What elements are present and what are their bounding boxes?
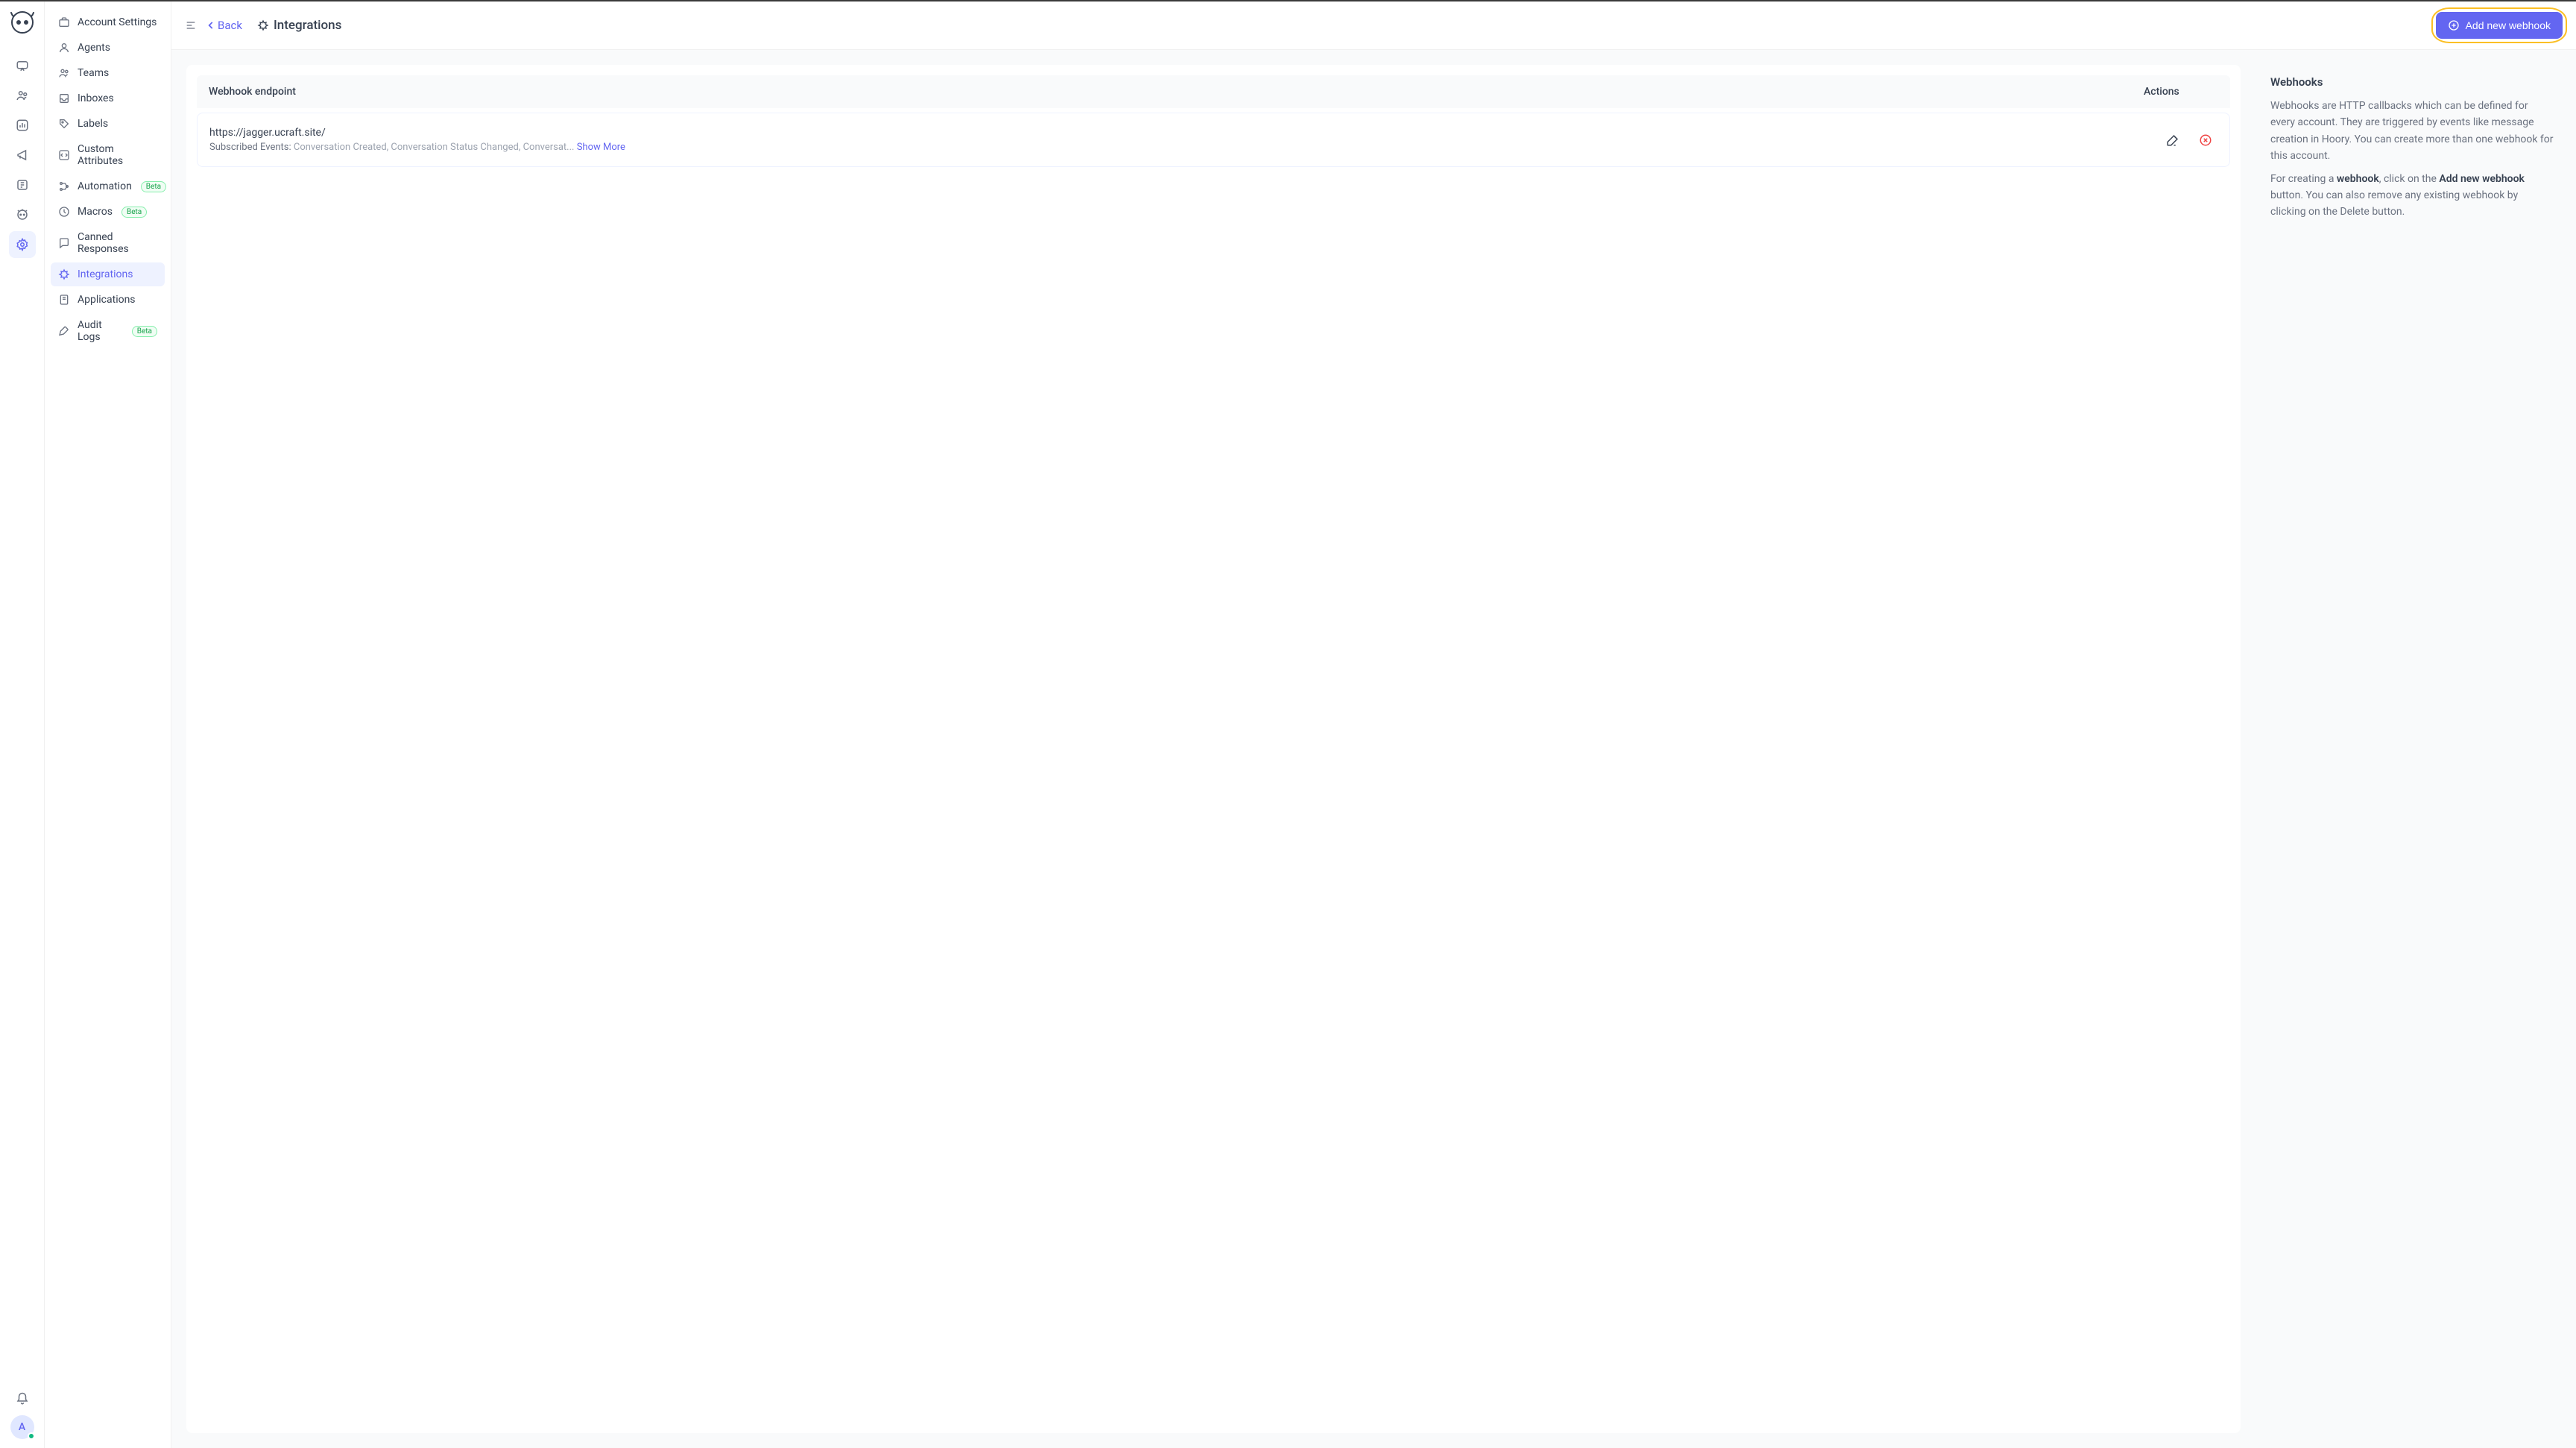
add-webhook-button[interactable]: Add new webhook [2436,12,2563,39]
sidebar-item-inboxes[interactable]: Inboxes [51,86,165,110]
info-title: Webhooks [2270,75,2554,89]
sidebar-label: Agents [78,42,110,54]
menu-toggle-icon[interactable] [185,19,197,31]
sidebar-item-applications[interactable]: Applications [51,288,165,312]
events-preview: Conversation Created, Conversation Statu… [294,142,577,153]
sidebar-label: Integrations [78,268,133,280]
main-content: Back Integrations Add new webhook Webhoo… [171,1,2576,1448]
webhook-events: Subscribed Events: Conversation Created,… [209,142,2161,153]
sidebar-item-custom-attributes[interactable]: Custom Attributes [51,137,165,173]
person-icon [58,42,70,54]
delete-webhook-button[interactable] [2194,128,2217,152]
sidebar-item-audit-logs[interactable]: Audit Logs Beta [51,313,165,349]
sidebar-label: Applications [78,294,136,306]
rail-bot-icon[interactable] [9,201,36,228]
sidebar-item-account-settings[interactable]: Account Settings [51,10,165,34]
briefcase-icon [58,16,70,28]
back-label: Back [218,19,242,32]
info-paragraph-2: For creating a webhook, click on the Add… [2270,171,2554,221]
events-label: Subscribed Events: [209,142,294,153]
sidebar-label: Labels [78,118,108,130]
avatar-initial: A [19,1421,25,1433]
macros-icon [58,206,70,218]
webhook-row: https://jagger.ucraft.site/ Subscribed E… [197,113,2230,167]
sidebar-label: Audit Logs [78,319,123,343]
sidebar-item-canned-responses[interactable]: Canned Responses [51,225,165,261]
sidebar-label: Automation [78,180,132,192]
chevron-left-icon [206,20,216,31]
table-header: Webhook endpoint Actions [197,75,2230,108]
sidebar-item-labels[interactable]: Labels [51,112,165,136]
rail-settings-icon[interactable] [9,231,36,258]
settings-sidebar: Account Settings Agents Teams Inboxes La… [45,1,171,1448]
show-more-link[interactable]: Show More [577,142,625,153]
x-circle-icon [2199,133,2212,147]
sidebar-item-macros[interactable]: Macros Beta [51,200,165,224]
sidebar-label: Macros [78,206,113,218]
content-area: Webhook endpoint Actions https://jagger.… [171,50,2576,1448]
plus-circle-icon [2448,19,2460,31]
rail-campaigns-icon[interactable] [9,142,36,169]
rail-contacts-icon[interactable] [9,82,36,109]
applications-icon [58,294,70,306]
tag-icon [58,118,70,130]
user-avatar[interactable]: A [10,1415,34,1439]
webhook-actions [2161,128,2217,152]
rail-chat-icon[interactable] [9,52,36,79]
sidebar-item-integrations[interactable]: Integrations [51,262,165,286]
page-header: Back Integrations Add new webhook [171,1,2576,50]
beta-badge: Beta [141,181,166,192]
rail-reports-icon[interactable] [9,112,36,139]
page-title-text: Integrations [274,18,341,33]
sidebar-label: Teams [78,67,109,79]
icon-rail: A [0,1,45,1448]
edit-webhook-button[interactable] [2161,128,2185,152]
sidebar-label: Canned Responses [78,231,157,255]
status-online-icon [28,1432,35,1440]
webhook-url: https://jagger.ucraft.site/ [209,127,2161,139]
add-webhook-label: Add new webhook [2466,19,2551,31]
people-icon [58,67,70,79]
sidebar-label: Inboxes [78,92,114,104]
pencil-icon [2166,133,2179,147]
page-title: Integrations [257,18,341,33]
webhook-info: https://jagger.ucraft.site/ Subscribed E… [209,127,2161,153]
integrations-icon [58,268,70,280]
sidebar-item-agents[interactable]: Agents [51,36,165,60]
audit-icon [58,325,70,337]
col-header-actions: Actions [2144,86,2218,98]
webhooks-table-container: Webhook endpoint Actions https://jagger.… [186,65,2241,1433]
automation-icon [58,180,70,192]
sidebar-item-automation[interactable]: Automation Beta [51,174,165,198]
rail-notifications-icon[interactable] [9,1385,36,1412]
app-logo[interactable] [10,10,34,34]
beta-badge: Beta [132,326,157,337]
info-panel: Webhooks Webhooks are HTTP callbacks whi… [2263,65,2561,1433]
beta-badge: Beta [121,207,147,218]
info-paragraph-1: Webhooks are HTTP callbacks which can be… [2270,98,2554,165]
sidebar-label: Account Settings [78,16,157,28]
inbox-icon [58,92,70,104]
sidebar-item-teams[interactable]: Teams [51,61,165,85]
sidebar-label: Custom Attributes [78,143,157,167]
col-header-endpoint: Webhook endpoint [209,86,2144,98]
rail-library-icon[interactable] [9,171,36,198]
canned-icon [58,237,70,249]
back-link[interactable]: Back [206,19,242,32]
code-icon [58,149,70,161]
integrations-icon [257,19,269,31]
